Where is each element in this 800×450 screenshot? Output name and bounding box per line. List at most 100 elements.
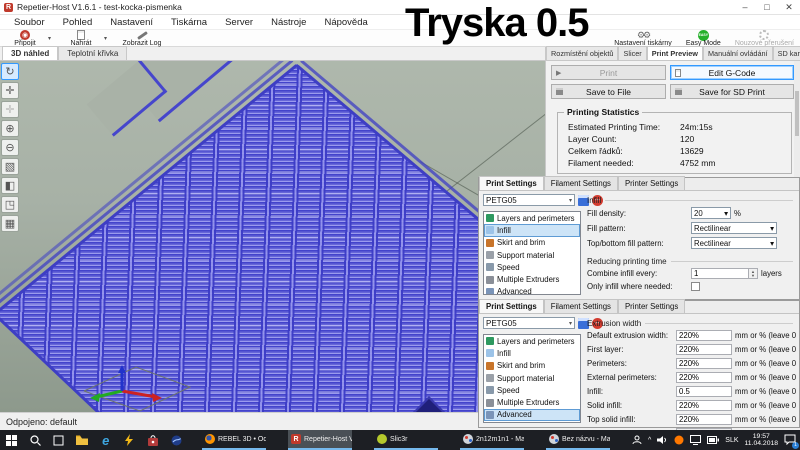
view-iso-icon[interactable]: ▧ [1, 158, 19, 175]
menu-item-nastavení[interactable]: Nastavení [110, 17, 153, 28]
connect-button[interactable]: ◉ Připojit [2, 30, 48, 47]
taskbar-app-slic3r[interactable]: Slic3r [374, 430, 438, 450]
extrusion-input[interactable] [676, 344, 732, 355]
category-speed[interactable]: Speed [484, 384, 580, 396]
people-icon[interactable] [632, 435, 642, 445]
load-dropdown-icon[interactable]: ▾ [104, 35, 107, 42]
zoom-out-icon[interactable]: ⊖ [1, 139, 19, 156]
fill-density-combobox[interactable]: 20 ▾ [691, 207, 731, 219]
tab-print-settings[interactable]: Print Settings [479, 176, 544, 190]
tab-3d-view[interactable]: 3D náhled [2, 46, 58, 60]
notification-center-icon[interactable]: 1 [784, 434, 796, 447]
preset-combobox[interactable]: PETG05 ▾ [483, 317, 575, 329]
load-button[interactable]: Nahrát [58, 30, 104, 47]
category-multiple-extruders[interactable]: Multiple Extruders [484, 396, 580, 408]
start-button[interactable] [0, 430, 24, 450]
top-fill-pattern-select[interactable]: Rectilinear ▾ [691, 237, 777, 249]
category-infill[interactable]: Infill [484, 224, 580, 236]
menu-item-nástroje[interactable]: Nástroje [271, 17, 306, 28]
taskbar-app-firefox[interactable]: REBEL 3D • Odeslat... [202, 430, 266, 450]
viewport-3d[interactable]: ↻ ✛ ✛ ⊕ ⊖ ▧ ◧ ◳ ▦ [0, 61, 545, 412]
print-button[interactable]: ▶ Print [551, 65, 666, 80]
extrusion-input[interactable] [676, 330, 732, 341]
avast-icon[interactable] [674, 435, 684, 445]
category-support-material[interactable]: Support material [484, 249, 580, 261]
extrusion-input[interactable] [676, 372, 732, 383]
store-icon[interactable] [141, 430, 165, 450]
tab-print-preview[interactable]: Print Preview [647, 46, 703, 60]
easy-mode-button[interactable]: EASY Easy Mode [684, 30, 723, 47]
extrusion-input[interactable] [676, 386, 732, 397]
taskbar-app-repetier[interactable]: RRepetier-Host V1.6... [288, 430, 352, 450]
extrusion-input[interactable] [676, 400, 732, 411]
extrusion-input[interactable] [676, 414, 732, 425]
easy-mode-icon: EASY [698, 30, 709, 41]
show-log-button[interactable]: Zobrazit Log [112, 30, 172, 47]
category-speed[interactable]: Speed [484, 261, 580, 273]
view-top-icon[interactable]: ◳ [1, 196, 19, 213]
view-front-icon[interactable]: ◧ [1, 177, 19, 194]
preset-combobox[interactable]: PETG05 ▾ [483, 194, 575, 206]
emergency-stop-button[interactable]: Nouzové přerušení [733, 30, 796, 47]
taskbar-app-paint[interactable]: Bez názvu - Malová... [546, 430, 610, 450]
category-skirt-and-brim[interactable]: Skirt and brim [484, 360, 580, 372]
category-output-options[interactable]: Output options [484, 421, 580, 423]
maximize-button[interactable]: □ [756, 0, 778, 14]
category-advanced[interactable]: Advanced [484, 409, 580, 421]
preview-scrollbar[interactable] [794, 61, 800, 177]
menu-item-server[interactable]: Server [225, 17, 253, 28]
taskbar-app-paint[interactable]: 2n12m1n1 - Malov... [460, 430, 524, 450]
menu-item-tiskárna[interactable]: Tiskárna [171, 17, 207, 28]
tab-print-settings[interactable]: Print Settings [479, 299, 544, 313]
category-layers-and-perimeters[interactable]: Layers and perimeters [484, 212, 580, 224]
category-multiple-extruders[interactable]: Multiple Extruders [484, 273, 580, 285]
tab-temperature-curve[interactable]: Teplotní křivka [58, 46, 127, 60]
fit-view-icon[interactable]: ▦ [1, 215, 19, 232]
task-view-icon[interactable] [47, 430, 71, 450]
search-icon[interactable] [24, 430, 48, 450]
tab-sd-karta[interactable]: SD karta [773, 46, 800, 60]
rotate-icon[interactable]: ↻ [1, 63, 19, 80]
volume-icon[interactable] [657, 435, 668, 445]
spinner-control[interactable]: ▲▼ [749, 268, 758, 279]
menu-item-pohled[interactable]: Pohled [63, 17, 93, 28]
tab-printer-settings[interactable]: Printer Settings [618, 176, 685, 190]
edge-icon[interactable]: e [94, 430, 118, 450]
only-infill-checkbox[interactable] [691, 282, 700, 291]
tab-filament-settings[interactable]: Filament Settings [544, 176, 618, 190]
category-infill[interactable]: Infill [484, 347, 580, 359]
language-indicator[interactable]: SLK [725, 437, 738, 444]
category-skirt-and-brim[interactable]: Skirt and brim [484, 237, 580, 249]
winamp-icon[interactable] [118, 430, 142, 450]
close-button[interactable]: ✕ [778, 0, 800, 14]
menu-item-soubor[interactable]: Soubor [14, 17, 45, 28]
fill-pattern-select[interactable]: Rectilinear ▾ [691, 222, 777, 234]
tab-filament-settings[interactable]: Filament Settings [544, 299, 618, 313]
extrusion-input[interactable] [676, 358, 732, 369]
connect-dropdown-icon[interactable]: ▾ [48, 35, 51, 42]
combine-infill-input[interactable] [691, 268, 749, 279]
clock[interactable]: 19:57 11.04.2018 [745, 433, 779, 448]
save-for-sd-button[interactable]: Save for SD Print [670, 84, 794, 99]
display-icon[interactable] [690, 435, 701, 445]
tab-printer-settings[interactable]: Printer Settings [618, 299, 685, 313]
extrusion-unit-hint: mm or % (leave 0 for [735, 331, 797, 340]
category-support-material[interactable]: Support material [484, 372, 580, 384]
menu-item-nápověda[interactable]: Nápověda [324, 17, 367, 28]
zoom-in-icon[interactable]: ⊕ [1, 120, 19, 137]
tab-manuální-ovládání[interactable]: Manuální ovládání [703, 46, 773, 60]
tab-slicer[interactable]: Slicer [618, 46, 646, 60]
category-advanced[interactable]: Advanced [484, 286, 580, 295]
app-icon-blue[interactable] [165, 430, 189, 450]
category-layers-and-perimeters[interactable]: Layers and perimeters [484, 335, 580, 347]
file-explorer-icon[interactable] [71, 430, 95, 450]
move-viewpoint-icon[interactable]: ✛ [1, 101, 19, 118]
tab-rozmístění-objektů[interactable]: Rozmístění objektů [546, 46, 618, 60]
printer-settings-button[interactable]: ⚙⚙ Nastavení tiskárny [612, 30, 674, 47]
save-to-file-button[interactable]: Save to File [551, 84, 666, 99]
battery-icon[interactable] [707, 436, 719, 444]
move-icon[interactable]: ✛ [1, 82, 19, 99]
edit-gcode-button[interactable]: Edit G-Code [670, 65, 794, 80]
tray-chevron-icon[interactable]: ^ [648, 437, 651, 444]
minimize-button[interactable]: – [734, 0, 756, 14]
